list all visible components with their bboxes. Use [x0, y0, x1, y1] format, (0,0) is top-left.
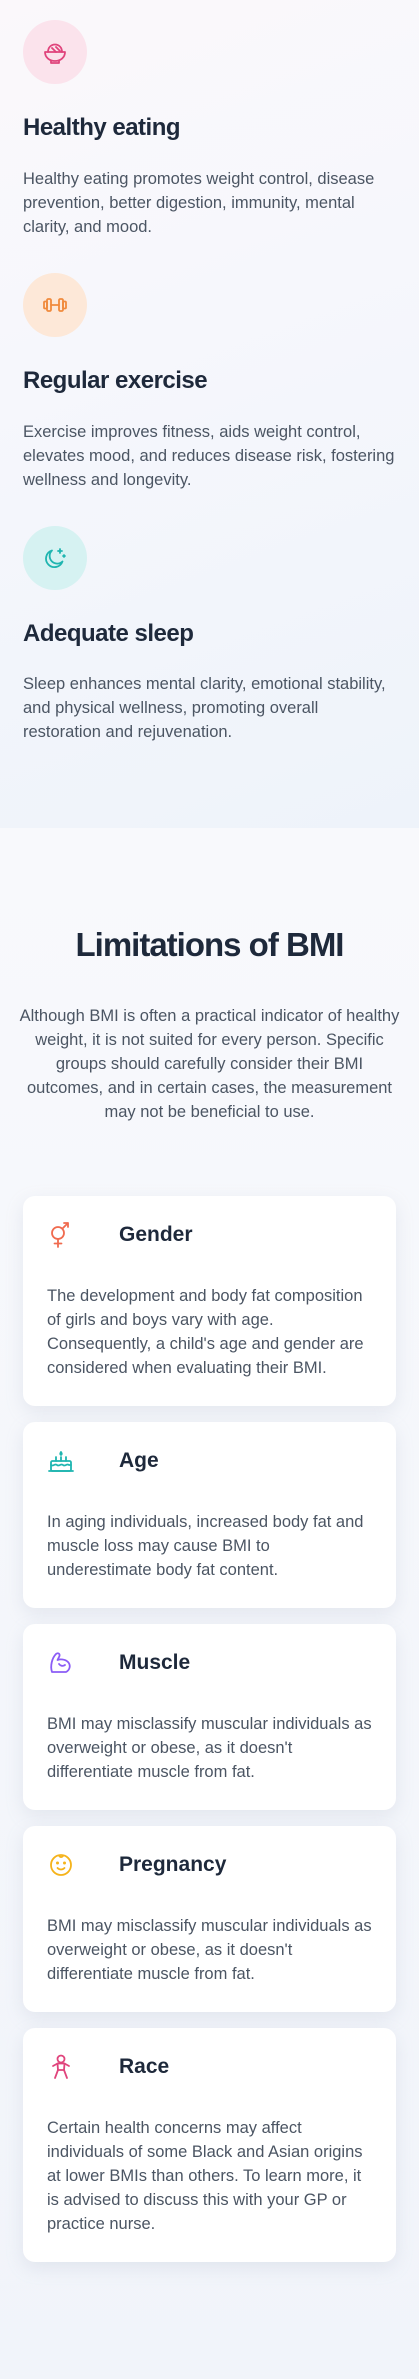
section-title: Limitations of BMI — [75, 926, 345, 963]
habit-title: Adequate sleep — [23, 619, 194, 647]
habit-regular-exercise: Regular exercise Exercise improves fitne… — [23, 272, 396, 492]
card-text: The development and body fat composition… — [47, 1287, 364, 1377]
card-title: Age — [119, 1449, 159, 1472]
limitation-card-gender: Gender The development and body fat comp… — [23, 1196, 396, 1406]
habit-healthy-eating: Healthy eating Healthy eating promotes w… — [23, 20, 396, 239]
limitation-card-age: Age In aging individuals, increased body… — [23, 1422, 396, 1608]
flexed-arm-icon — [47, 1648, 79, 1678]
card-text: BMI may misclassify muscular individuals… — [47, 1917, 372, 1983]
healthy-habits-section: Healthy eating Healthy eating promotes w… — [0, 0, 419, 828]
dumbbell-icon — [23, 272, 87, 337]
card-text: Certain health concerns may affect indiv… — [47, 2119, 363, 2233]
pregnancy-icon — [47, 1850, 79, 1880]
limitations-section: Limitations of BMI Although BMI is often… — [0, 828, 419, 2379]
habit-description: Exercise improves fitness, aids weight c… — [23, 422, 395, 489]
person-icon — [47, 2052, 79, 2082]
gender-icon — [47, 1220, 79, 1250]
habit-description: Healthy eating promotes weight control, … — [23, 169, 375, 236]
limitation-cards: Gender The development and body fat comp… — [0, 1196, 419, 2262]
section-intro: Although BMI is often a practical indica… — [19, 1007, 400, 1121]
card-title: Gender — [119, 1223, 193, 1246]
salad-bowl-icon — [23, 20, 87, 84]
card-title: Pregnancy — [119, 1853, 227, 1876]
card-title: Muscle — [119, 1651, 191, 1674]
limitation-card-race: Race Certain health concerns may affect … — [23, 2028, 396, 2262]
card-text: BMI may misclassify muscular individuals… — [47, 1715, 372, 1781]
limitation-card-pregnancy: Pregnancy BMI may misclassify muscular i… — [23, 1826, 396, 2012]
habit-title: Regular exercise — [23, 366, 208, 394]
habit-adequate-sleep: Adequate sleep Sleep enhances mental cla… — [23, 525, 396, 745]
card-title: Race — [119, 2055, 170, 2078]
moon-stars-icon — [23, 525, 87, 590]
habit-title: Healthy eating — [23, 114, 181, 141]
limitation-card-muscle: Muscle BMI may misclassify muscular indi… — [23, 1624, 396, 1810]
card-text: In aging individuals, increased body fat… — [47, 1513, 364, 1579]
birthday-cake-icon — [47, 1446, 79, 1476]
habit-description: Sleep enhances mental clarity, emotional… — [23, 675, 386, 742]
